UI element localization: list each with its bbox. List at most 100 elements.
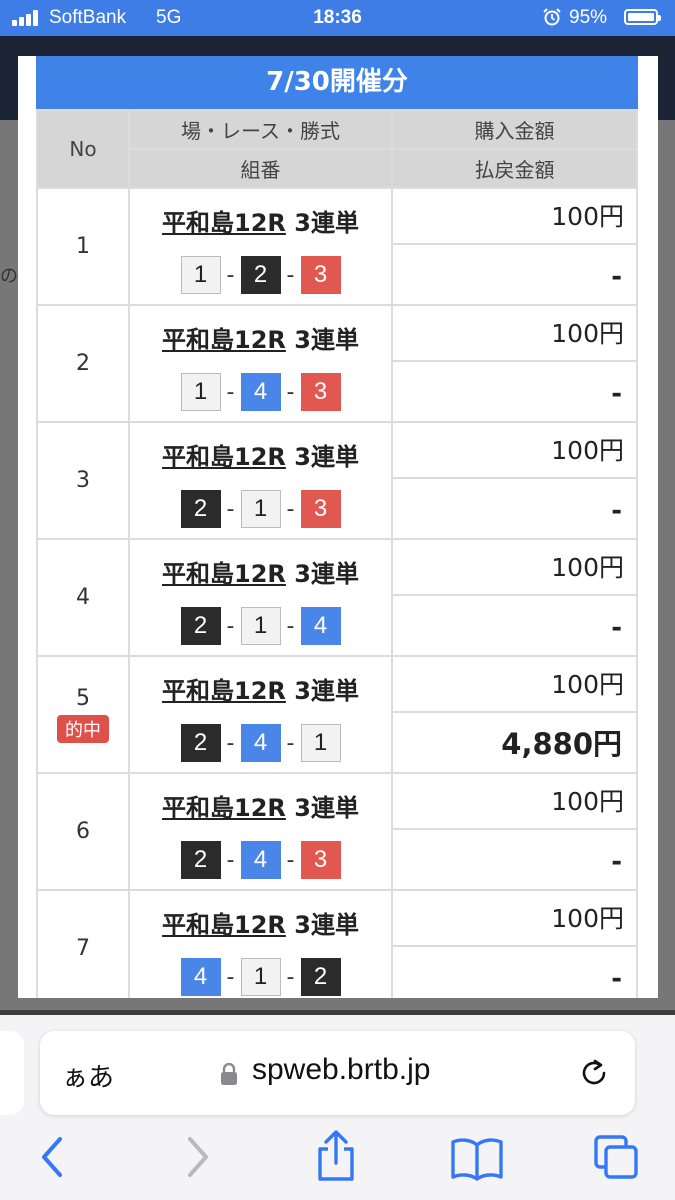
race-title[interactable]: 平和島12R 3連単 (130, 671, 391, 706)
row-number: 7 (76, 936, 90, 961)
status-bar: SoftBank 5G 18:36 95% (0, 0, 675, 36)
url-text[interactable]: spweb.brtb.jp (252, 1053, 430, 1087)
race-link[interactable]: 平和島12R (162, 326, 286, 354)
race-title[interactable]: 平和島12R 3連単 (130, 554, 391, 589)
amount-cell: 100円 - (391, 889, 638, 998)
bet-type: 3連単 (294, 443, 359, 471)
boat-number: 2 (240, 256, 281, 294)
bookmarks-icon[interactable] (450, 1137, 504, 1181)
row-number-cell: 6 (36, 772, 130, 891)
combo-separator: - (286, 730, 295, 756)
purchase-amount: 100円 (393, 540, 636, 596)
boat-number: 4 (240, 373, 281, 411)
combo-separator: - (226, 496, 235, 522)
race-title[interactable]: 平和島12R 3連単 (130, 320, 391, 355)
hit-badge: 的中 (57, 715, 109, 743)
race-link[interactable]: 平和島12R (162, 794, 286, 822)
race-title[interactable]: 平和島12R 3連単 (130, 203, 391, 238)
amount-cell: 100円 - (391, 772, 638, 891)
purchase-amount: 100円 (393, 774, 636, 830)
race-link[interactable]: 平和島12R (162, 443, 286, 471)
header-no: No (36, 109, 130, 189)
race-cell: 平和島12R 3連単 1-4-3 (128, 304, 393, 423)
boat-number: 1 (240, 607, 281, 645)
purchase-amount: 100円 (393, 891, 636, 947)
payout-amount: - (611, 847, 622, 877)
row-number-cell: 3 (36, 421, 130, 540)
race-title[interactable]: 平和島12R 3連単 (130, 905, 391, 940)
modal-title: 7/30開催分 (36, 56, 638, 109)
amount-cell: 100円 - (391, 421, 638, 540)
row-number: 1 (76, 234, 90, 259)
bet-type: 3連単 (294, 911, 359, 939)
combo-separator: - (286, 496, 295, 522)
header-payout: 払戻金額 (391, 148, 638, 189)
tabs-icon[interactable] (592, 1133, 640, 1181)
combo-separator: - (226, 613, 235, 639)
results-table: No 場・レース・勝式 購入金額 組番 払戻金額 1 平和島12R 3連単 1-2-… (36, 109, 638, 998)
header-race: 場・レース・勝式 (128, 109, 393, 150)
combination: 2-4-1 (130, 724, 391, 762)
reload-icon[interactable] (576, 1055, 612, 1091)
row-number: 2 (76, 351, 90, 376)
combination: 1-4-3 (130, 373, 391, 411)
lock-icon (221, 1063, 237, 1085)
browser-bar: ぁあ spweb.brtb.jp (0, 1015, 675, 1200)
boat-number: 2 (180, 841, 221, 879)
bet-type: 3連単 (294, 677, 359, 705)
row-number-cell: 7 (36, 889, 130, 998)
race-link[interactable]: 平和島12R (162, 911, 286, 939)
combo-separator: - (286, 379, 295, 405)
boat-number: 2 (180, 490, 221, 528)
boat-number: 3 (300, 373, 341, 411)
back-icon[interactable] (38, 1135, 68, 1179)
purchase-amount: 100円 (393, 423, 636, 479)
boat-number: 1 (240, 490, 281, 528)
boat-number: 2 (180, 607, 221, 645)
boat-number: 1 (180, 256, 221, 294)
bet-type: 3連単 (294, 560, 359, 588)
combo-separator: - (286, 964, 295, 990)
address-bar[interactable]: ぁあ spweb.brtb.jp (40, 1031, 635, 1115)
share-icon[interactable] (314, 1129, 358, 1183)
payout-amount: - (611, 613, 622, 643)
forward-icon[interactable] (182, 1135, 212, 1179)
purchase-amount: 100円 (393, 657, 636, 713)
bet-type: 3連単 (294, 326, 359, 354)
combo-separator: - (286, 262, 295, 288)
boat-number: 1 (240, 958, 281, 996)
race-link[interactable]: 平和島12R (162, 560, 286, 588)
boat-number: 4 (240, 724, 281, 762)
row-number: 4 (76, 585, 90, 610)
combination: 2-4-3 (130, 841, 391, 879)
previous-tab-preview[interactable] (0, 1031, 24, 1115)
race-cell: 平和島12R 3連単 1-2-3 (128, 187, 393, 306)
amount-cell: 100円 - (391, 538, 638, 657)
header-combo: 組番 (128, 148, 393, 189)
combo-separator: - (226, 262, 235, 288)
amount-cell: 100円 - (391, 187, 638, 306)
results-modal: 7/30開催分 No 場・レース・勝式 購入金額 組番 払戻金額 1 平和島12R… (18, 56, 658, 998)
race-title[interactable]: 平和島12R 3連単 (130, 788, 391, 823)
payout-amount: - (611, 496, 622, 526)
combination: 2-1-3 (130, 490, 391, 528)
boat-number: 4 (180, 958, 221, 996)
payout-amount: - (611, 262, 622, 292)
race-link[interactable]: 平和島12R (162, 677, 286, 705)
background-text: の (0, 266, 18, 287)
reader-options-button[interactable]: ぁあ (62, 1057, 114, 1094)
race-cell: 平和島12R 3連単 2-1-4 (128, 538, 393, 657)
race-link[interactable]: 平和島12R (162, 209, 286, 237)
race-cell: 平和島12R 3連単 2-4-1 (128, 655, 393, 774)
combo-separator: - (286, 613, 295, 639)
race-cell: 平和島12R 3連単 2-1-3 (128, 421, 393, 540)
combination: 1-2-3 (130, 256, 391, 294)
amount-cell: 100円 4,880円 (391, 655, 638, 774)
row-number-cell: 5 的中 (36, 655, 130, 774)
payout-amount: 4,880円 (501, 727, 622, 761)
combination: 4-1-2 (130, 958, 391, 996)
boat-number: 3 (300, 490, 341, 528)
boat-number: 4 (240, 841, 281, 879)
race-title[interactable]: 平和島12R 3連単 (130, 437, 391, 472)
header-purchase: 購入金額 (391, 109, 638, 150)
